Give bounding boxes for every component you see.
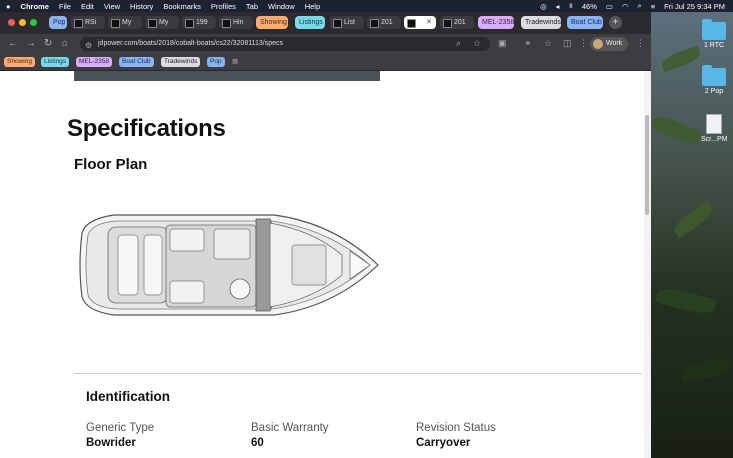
tab-page[interactable]: Hin	[219, 16, 253, 29]
desktop-icon-label: Scr...PM	[701, 136, 728, 143]
identification-heading: Identification	[86, 389, 170, 404]
address-bar[interactable]: ⚙ jdpower.com/boats/2018/cobalt-boats/cs…	[80, 37, 490, 51]
file-icon	[706, 114, 722, 134]
back-icon[interactable]: ←	[8, 38, 18, 49]
reload-icon[interactable]: ↻	[44, 38, 52, 49]
web-page: Specifications Floor Plan Identification…	[0, 71, 651, 458]
bookmark-group-pop[interactable]: Pop	[207, 57, 225, 67]
bookmark-group-mel-2358[interactable]: MEL-2358	[76, 57, 112, 67]
close-tab-icon[interactable]: ✕	[426, 16, 432, 29]
menu-view[interactable]: View	[104, 2, 120, 11]
scrollbar-thumb[interactable]	[645, 115, 649, 215]
menu-edit[interactable]: Edit	[81, 2, 94, 11]
page-title: Specifications	[67, 115, 226, 142]
tab-group-showing[interactable]: Showing	[256, 16, 288, 29]
field-value-revision-status: Carryover	[416, 437, 471, 449]
browser-toolbar: ← → ↻ ⌂ ⚙ jdpower.com/boats/2018/cobalt-…	[0, 34, 651, 54]
desktop-icon-label: 2 Pop	[704, 88, 724, 95]
url-text: jdpower.com/boats/2018/cobalt-boats/cs22…	[98, 40, 283, 47]
tab-page[interactable]: 199	[182, 16, 216, 29]
tab-group-pop[interactable]: Pop	[49, 16, 67, 29]
tab-page[interactable]: My	[108, 16, 142, 29]
tab-group-mel-2358[interactable]: MEL-2358	[478, 16, 514, 29]
floor-plan-image	[79, 214, 379, 316]
extension-icon[interactable]: ▣	[498, 38, 507, 49]
battery-icon[interactable]: ▭	[606, 2, 613, 11]
tab-page[interactable]: 201	[440, 16, 474, 29]
hero-image	[74, 71, 380, 81]
bookmark-group-listings[interactable]: Listings	[41, 57, 70, 67]
apple-icon[interactable]: ●	[6, 2, 11, 11]
menu-icon[interactable]: ⋮	[636, 38, 645, 49]
bookmark-group-showing[interactable]: Showing	[4, 57, 35, 67]
menu-app-name[interactable]: Chrome	[21, 2, 49, 11]
menu-help[interactable]: Help	[305, 2, 320, 11]
tab-active[interactable]: ✕	[404, 16, 436, 29]
mac-menu-bar: ● Chrome File Edit View History Bookmark…	[0, 0, 733, 12]
tab-page[interactable]: List	[330, 16, 364, 29]
home-icon[interactable]: ⌂	[62, 38, 68, 49]
extension-icon[interactable]: ☆	[544, 38, 552, 49]
tab-page[interactable]: RSi	[71, 16, 105, 29]
folder-icon	[702, 65, 726, 86]
clock[interactable]: Fri Jul 25 9:34 PM	[664, 2, 725, 11]
floor-plan-heading: Floor Plan	[74, 156, 148, 173]
tab-group-tradewinds[interactable]: Tradewinds	[521, 16, 561, 29]
battery-percent[interactable]: 46%	[582, 2, 597, 11]
tab-page[interactable]: 201	[367, 16, 401, 29]
desktop-icon-label: 1 RTC	[703, 42, 725, 49]
wifi-icon[interactable]: ◠	[622, 2, 629, 11]
extension-icon[interactable]: ◫	[563, 38, 572, 49]
menu-file[interactable]: File	[59, 2, 71, 11]
new-tab-button[interactable]: +	[609, 16, 622, 29]
desktop-file-screenshot[interactable]: Scr...PM	[701, 114, 727, 143]
field-label-generic-type: Generic Type	[86, 422, 155, 434]
pause-icon[interactable]: ॥	[568, 1, 573, 11]
menu-window[interactable]: Window	[268, 2, 295, 11]
bookmark-star-icon[interactable]: ☆	[473, 38, 481, 49]
menu-bookmarks[interactable]: Bookmarks	[163, 2, 201, 11]
menu-history[interactable]: History	[130, 2, 153, 11]
tab-strip: Pop RSi My My 199 Hin Showing Listings L…	[0, 12, 651, 34]
control-center-icon[interactable]: ≡	[651, 2, 655, 11]
menu-profiles[interactable]: Profiles	[211, 2, 236, 11]
zoom-window-button[interactable]	[30, 19, 37, 26]
desktop-folder-pop[interactable]: 2 Pop	[701, 65, 727, 95]
browser-window: Pop RSi My My 199 Hin Showing Listings L…	[0, 12, 651, 458]
desktop-wallpaper: 1 RTC 2 Pop Scr...PM	[651, 12, 733, 458]
extension-icon[interactable]: ⚭	[524, 38, 532, 49]
tab-group-listings[interactable]: Listings	[295, 16, 325, 29]
close-window-button[interactable]	[8, 19, 15, 26]
forward-icon[interactable]: →	[26, 38, 36, 49]
bookmarks-overflow-icon[interactable]: ▦	[229, 57, 241, 67]
field-label-basic-warranty: Basic Warranty	[251, 422, 329, 434]
volume-icon[interactable]: ◂	[556, 2, 560, 11]
minimize-window-button[interactable]	[19, 19, 26, 26]
extension-icon[interactable]: ⋮	[579, 38, 588, 49]
section-divider	[74, 373, 642, 374]
profile-button[interactable]: Work	[590, 37, 629, 51]
desktop-folder-rtc[interactable]: 1 RTC	[701, 19, 727, 49]
tab-page[interactable]: My	[145, 16, 179, 29]
bookmarks-bar: Showing Listings MEL-2358 Boat Club Trad…	[0, 54, 651, 71]
field-value-basic-warranty: 60	[251, 437, 264, 449]
menu-tab[interactable]: Tab	[246, 2, 258, 11]
field-label-revision-status: Revision Status	[416, 422, 496, 434]
zoom-icon[interactable]: ⌕	[456, 38, 461, 49]
site-info-icon[interactable]: ⚙	[85, 39, 92, 53]
search-icon[interactable]: ⌕	[638, 1, 642, 11]
tab-group-boat-club[interactable]: Boat Club	[567, 16, 603, 29]
bookmark-group-boat-club[interactable]: Boat Club	[119, 57, 154, 67]
status-icon[interactable]: ◎	[540, 2, 547, 11]
bookmark-group-tradewinds[interactable]: Tradewinds	[161, 57, 201, 67]
field-value-generic-type: Bowrider	[86, 437, 136, 449]
folder-icon	[702, 19, 726, 40]
